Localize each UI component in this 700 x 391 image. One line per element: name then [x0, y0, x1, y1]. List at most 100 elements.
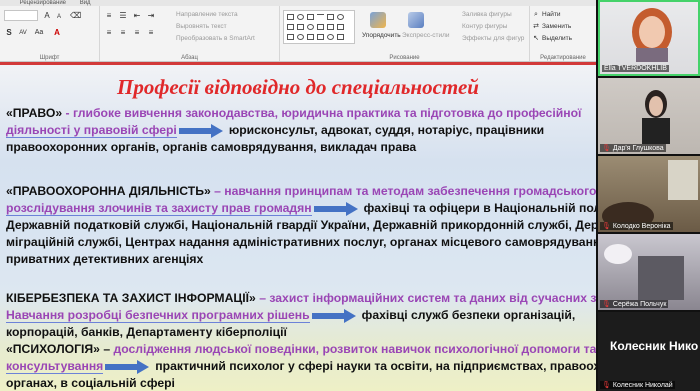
slide-text-segment: - глибоке вивчення законодавства, юридич…: [62, 106, 582, 120]
slide-top-bar: [0, 62, 596, 65]
slide-text-segment: «ПСИХОЛОГІЯ» –: [6, 342, 111, 356]
participant-avatar: [632, 8, 672, 62]
mic-muted-icon: 🎙: [602, 145, 611, 152]
slide-text-segment: міграційній службі, Центрах надання адмі…: [6, 235, 596, 249]
slide-text-segment: правоохоронних органів, органів самовряд…: [6, 140, 417, 154]
font-group: A A ⌫ S AV Aa A Шрифт: [0, 6, 100, 61]
replace-icon: ⇄: [533, 23, 539, 30]
paragraph-group-label: Абзац: [181, 55, 198, 61]
slide-text-segment: – навчання принципам та методам забезпеч…: [210, 184, 596, 198]
justify-icon[interactable]: ≡: [146, 28, 156, 38]
slide-text-segment: Навчання розробці безпечних програмних р…: [6, 308, 310, 323]
drawing-group: Упорядочить Экспресс-стили Заливка фигур…: [280, 6, 530, 61]
participant-avatar: [602, 160, 698, 230]
text-direction-button[interactable]: Направление текста: [176, 11, 238, 18]
participant-name-text: Колодко Вероніка: [612, 223, 671, 230]
numbering-icon[interactable]: ☰: [118, 11, 128, 21]
align-right-icon[interactable]: ≡: [132, 28, 142, 38]
align-center-icon[interactable]: ≡: [118, 28, 128, 38]
slide-text-segment: дослідження людської поведінки, розвиток…: [110, 342, 597, 356]
shape-outline-button[interactable]: Контур фигуры: [462, 23, 507, 30]
increase-indent-icon[interactable]: ⇥: [146, 11, 156, 21]
slide-line: діяльності у правовій сфері юрисконсульт,…: [6, 122, 596, 139]
slide-line: міграційній службі, Центрах надання адмі…: [6, 234, 596, 251]
editing-group: Найти Заменить Выделить ⌕ ⇄ ↖ Редактиров…: [530, 6, 596, 61]
slide-text-segment: – захист інформаційних систем та даних в…: [255, 291, 596, 305]
slide-text-segment: розслідування злочинів та захисту прав г…: [6, 201, 312, 216]
slide-section: «ПРАВО» - глибоке вивчення законодавства…: [6, 105, 596, 156]
slide-line: Державній податковій службі, Національні…: [6, 217, 596, 234]
mic-muted-icon: 🎙: [602, 382, 611, 389]
slide-text-segment: корпорацій, банків, Департаменту кіберпо…: [6, 325, 287, 339]
ribbon: Рецензирование Вид A A ⌫ S AV Aa A Шрифт…: [0, 0, 596, 62]
slide-text-segment: Державній податковій службі, Національні…: [6, 218, 596, 232]
arrow-right-icon: [105, 359, 150, 374]
video-tile[interactable]: 🎙 Колодко Вероніка: [598, 156, 700, 232]
slide-text-segment: «ПРАВООХОРОННА ДІЯЛЬНІСТЬ»: [6, 184, 211, 198]
participant-placeholder-name: Колесник Нико: [610, 339, 699, 353]
participant-name: Ella TVERDOKHLIB: [602, 65, 669, 72]
font-size-box[interactable]: [4, 10, 38, 21]
clear-format-icon[interactable]: ⌫: [70, 11, 81, 21]
slide-section: «ПРАВООХОРОННА ДІЯЛЬНІСТЬ» – навчання пр…: [6, 183, 596, 268]
slide-line: розслідування злочинів та захисту прав г…: [6, 200, 596, 217]
slide-canvas: Професії відповідно до спеціальностей «П…: [0, 62, 596, 391]
arrange-button[interactable]: Упорядочить: [362, 32, 401, 39]
slide-line: органах, в соціальній сфері: [6, 375, 596, 391]
find-icon: ⌕: [534, 11, 538, 18]
slide-text-segment: «ПРАВО»: [6, 106, 63, 120]
slide-line: «ПСИХОЛОГІЯ» – дослідження людської пове…: [6, 341, 596, 358]
grow-font-icon[interactable]: A: [42, 11, 52, 21]
slide-line: «ПРАВО» - глибоке вивчення законодавства…: [6, 105, 596, 122]
decrease-indent-icon[interactable]: ⇤: [132, 11, 142, 21]
shapes-gallery[interactable]: [283, 10, 355, 44]
editing-group-label: Редактирование: [540, 55, 586, 61]
shape-effects-button[interactable]: Эффекты для фигур: [462, 35, 524, 42]
participant-avatar: [642, 90, 670, 144]
participant-name: 🎙 Дар'я Глушкова: [600, 144, 666, 152]
arrow-right-icon: [313, 201, 358, 216]
video-tile[interactable]: 🎙 Дар'я Глушкова: [598, 78, 700, 154]
shape-fill-button[interactable]: Заливка фигуры: [462, 11, 512, 18]
bullets-icon[interactable]: ≡: [104, 11, 114, 21]
align-left-icon[interactable]: ≡: [104, 28, 114, 38]
slide-line: КІБЕРБЕЗПЕКА ТА ЗАХИСТ ІНФОРМАЦІЇ» – зах…: [6, 290, 596, 307]
mic-muted-icon: 🎙: [602, 223, 611, 230]
video-tile[interactable]: 🎙 Серёжа Польчук: [598, 234, 700, 310]
change-case-icon[interactable]: Aa: [34, 28, 44, 38]
slide-line: Навчання розробці безпечних програмних р…: [6, 307, 596, 324]
slide-section: «ПСИХОЛОГІЯ» – дослідження людської пове…: [6, 341, 596, 391]
slide-line: приватних детективних агенціях: [6, 251, 596, 268]
find-button[interactable]: Найти: [542, 11, 561, 18]
video-tile-active[interactable]: Ella TVERDOKHLIB: [598, 0, 700, 76]
slide-text-segment: органах, в соціальній сфері: [6, 376, 175, 390]
slide-text-segment: приватних детективних агенціях: [6, 252, 204, 266]
participant-name: 🎙 Колесник Николай: [600, 381, 675, 389]
participant-name-text: Дар'я Глушкова: [612, 145, 664, 152]
shrink-font-icon[interactable]: A: [54, 12, 64, 22]
slide-line: корпорацій, банків, Департаменту кіберпо…: [6, 324, 596, 341]
spacing-icon[interactable]: AV: [18, 28, 28, 38]
select-button[interactable]: Выделить: [542, 35, 572, 42]
font-color-icon[interactable]: A: [52, 28, 62, 38]
slide-text-segment: практичний психолог у сфері науки та осв…: [155, 359, 596, 373]
participant-name-text: Серёжа Польчук: [612, 301, 667, 308]
quick-styles-icon[interactable]: [408, 12, 424, 28]
video-tile[interactable]: Колесник Нико 🎙 Колесник Николай: [598, 312, 700, 391]
participant-name-text: Колесник Николай: [612, 382, 673, 389]
arrange-icon[interactable]: [370, 12, 386, 28]
video-panel: Ella TVERDOKHLIB 🎙 Дар'я Глушкова 🎙 Колодк…: [596, 0, 700, 391]
slide-text-segment: юрисконсульт, адвокат, суддя, нотаріус, …: [228, 123, 545, 137]
slide-text-segment: консультування: [6, 359, 104, 374]
slide-text-segment: фахівці та офіцери в Національній поліці…: [363, 201, 596, 215]
participant-name: 🎙 Колодко Вероніка: [600, 222, 673, 230]
slide-title: Професії відповідно до спеціальностей: [117, 75, 479, 99]
bold-icon[interactable]: S: [4, 28, 14, 38]
slide-text-segment: фахівці служб безпеки організацій,: [361, 308, 576, 322]
align-text-button[interactable]: Выровнять текст: [176, 23, 227, 30]
replace-button[interactable]: Заменить: [542, 23, 571, 30]
smartart-button[interactable]: Преобразовать в SmartArt: [176, 35, 255, 42]
slide-line: консультування практичний психолог у сфер…: [6, 358, 596, 375]
quick-styles-button[interactable]: Экспресс-стили: [402, 32, 450, 39]
drawing-group-label: Рисование: [389, 55, 420, 61]
